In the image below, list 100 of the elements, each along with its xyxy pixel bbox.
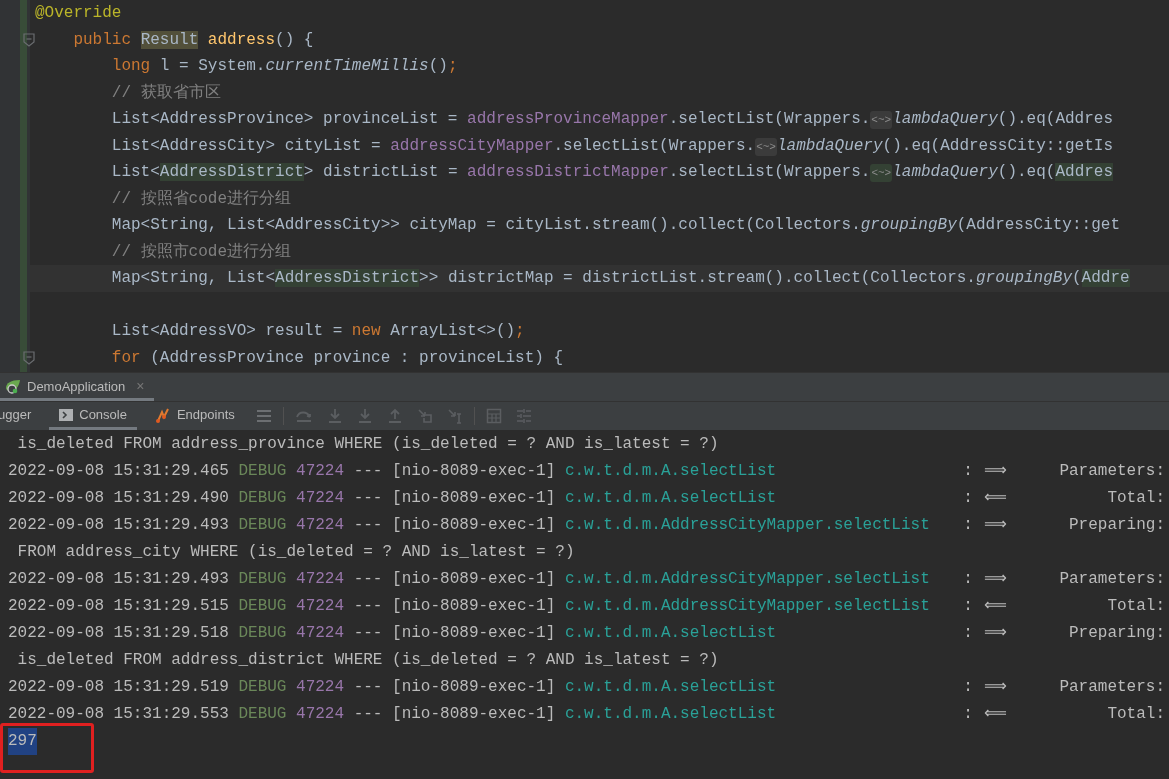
- code-text: Map<String, List<AddressCity>> cityMap = cityList.stream().collect(Collectors.: [110, 216, 861, 234]
- code-comment: // 按照省code进行分组: [110, 189, 292, 208]
- log-colon: :: [963, 623, 973, 644]
- log-message: Total:: [1106, 704, 1165, 725]
- settings-list-icon[interactable]: [515, 408, 532, 424]
- drop-frame-icon[interactable]: [416, 408, 433, 424]
- log-message: Parameters:: [1058, 461, 1165, 482]
- endpoints-icon: [154, 406, 171, 423]
- logger-name: c.w.t.d.m.A.selectList: [564, 488, 778, 509]
- code-text: List<AddressProvince> provinceList =: [110, 110, 459, 128]
- code-text: Map<String, List<: [110, 269, 276, 287]
- code-text: >> districtMap = districtList.stream().collect(Collectors.: [419, 269, 976, 287]
- code-text: (: [1072, 269, 1082, 287]
- log-timestamp: 2022-09-08 15:31:29.518: [8, 623, 229, 644]
- logger-name: c.w.t.d.m.A.selectList: [564, 704, 778, 725]
- log-message: Preparing:: [1068, 515, 1165, 536]
- arrow-glyph: ⟹: [982, 623, 1008, 644]
- code-text: .selectList(Wrappers.: [553, 136, 756, 155]
- log-colon: :: [963, 704, 973, 725]
- code-text: ().eq(: [997, 163, 1056, 181]
- log-timestamp: 2022-09-08 15:31:29.515: [8, 596, 229, 617]
- thread-name: [nio-8089-exec-1]: [392, 569, 556, 590]
- keyword: public: [72, 30, 132, 49]
- log-message: Preparing:: [1068, 623, 1165, 644]
- keyword: ;: [447, 57, 458, 75]
- fold-icon[interactable]: [23, 350, 35, 365]
- log-message: Parameters:: [1058, 569, 1165, 590]
- field-name: addressProvinceMapper: [467, 110, 669, 128]
- logger-name: c.w.t.d.m.AddressCityMapper.selectList: [564, 515, 931, 536]
- process-id: 47224: [296, 488, 345, 509]
- code-text: () {: [275, 30, 314, 49]
- sql-text: FROM address_city WHERE (is_deleted = ? AND is_latest = ?): [16, 542, 575, 563]
- log-separator: ---: [353, 596, 383, 617]
- arrow-glyph: ⟹: [982, 461, 1008, 482]
- log-colon: :: [963, 488, 973, 509]
- log-level: DEBUG: [238, 704, 287, 725]
- tool-tab[interactable]: Console: [49, 402, 137, 430]
- step-into-icon[interactable]: [326, 408, 343, 424]
- log-colon: :: [963, 677, 973, 698]
- arrow-glyph: ⟸: [982, 704, 1008, 725]
- identifier-usage: Addre: [1081, 269, 1130, 287]
- inlay-hint: <~>: [755, 137, 777, 156]
- arrow-glyph: ⟸: [982, 488, 1008, 509]
- step-out-icon[interactable]: [386, 408, 403, 424]
- arrow-glyph: ⟹: [982, 677, 1008, 698]
- code-text: List<: [110, 163, 160, 181]
- menu-icon[interactable]: [255, 409, 272, 423]
- logger-name: c.w.t.d.m.A.selectList: [564, 677, 778, 698]
- static-call: currentTimeMillis: [265, 57, 429, 75]
- log-separator: ---: [353, 515, 383, 536]
- code-text: (): [428, 57, 448, 75]
- run-to-cursor-icon[interactable]: [446, 408, 463, 424]
- output-text: 297: [8, 728, 37, 755]
- log-separator: ---: [353, 488, 383, 509]
- log-timestamp: 2022-09-08 15:31:29.490: [8, 488, 229, 509]
- keyword: for: [110, 348, 141, 367]
- log-level: DEBUG: [238, 461, 287, 482]
- log-level: DEBUG: [238, 515, 287, 536]
- log-timestamp: 2022-09-08 15:31:29.493: [8, 569, 229, 590]
- sql-text: is_deleted FROM address_district WHERE (is_deleted = ? AND is_latest = ?): [16, 650, 719, 671]
- identifier-usage: AddressDistrict: [275, 269, 420, 287]
- code-text: (AddressProvince province : provinceList) {: [149, 348, 564, 367]
- inlay-hint: <~>: [870, 111, 893, 129]
- thread-name: [nio-8089-exec-1]: [392, 596, 556, 617]
- force-step-into-icon[interactable]: [356, 408, 373, 424]
- log-colon: :: [963, 515, 973, 536]
- identifier-usage: AddressDistrict: [159, 163, 304, 181]
- code-text: ().eq(Addres: [997, 110, 1113, 128]
- spring-app-icon: [4, 378, 22, 394]
- log-timestamp: 2022-09-08 15:31:29.493: [8, 515, 229, 536]
- logger-name: c.w.t.d.m.A.selectList: [564, 623, 778, 644]
- fold-icon[interactable]: [23, 32, 35, 47]
- code-text: .selectList(Wrappers.: [668, 110, 871, 128]
- code-comment: // 按照市code进行分组: [110, 242, 292, 261]
- tool-tab[interactable]: Endpoints: [144, 402, 245, 430]
- log-separator: ---: [353, 704, 383, 725]
- code-text: List<AddressCity> cityList =: [110, 136, 382, 155]
- process-id: 47224: [296, 704, 345, 725]
- log-timestamp: 2022-09-08 15:31:29.519: [8, 677, 229, 698]
- keyword: long: [110, 57, 151, 75]
- log-timestamp: 2022-09-08 15:31:29.465: [8, 461, 229, 482]
- log-message: Total:: [1106, 488, 1165, 509]
- static-call: groupingBy: [860, 216, 957, 234]
- type-usage: Result: [140, 30, 199, 49]
- static-call: lambdaQuery: [892, 163, 998, 181]
- console-icon: [59, 408, 74, 421]
- code-text: ArrayList<>(): [389, 322, 516, 340]
- keyword: new: [351, 322, 381, 340]
- log-level: DEBUG: [238, 623, 287, 644]
- log-separator: ---: [353, 461, 383, 482]
- field-name: addressCityMapper: [390, 136, 554, 155]
- log-level: DEBUG: [238, 596, 287, 617]
- code-text: List<AddressVO> result =: [110, 322, 344, 340]
- calculator-icon[interactable]: [485, 408, 502, 424]
- code-text: .selectList(Wrappers.: [668, 163, 871, 181]
- static-call: lambdaQuery: [776, 136, 883, 155]
- code-comment: // 获取省市区: [110, 83, 221, 102]
- log-separator: ---: [353, 569, 383, 590]
- process-id: 47224: [296, 515, 345, 536]
- thread-name: [nio-8089-exec-1]: [392, 515, 556, 536]
